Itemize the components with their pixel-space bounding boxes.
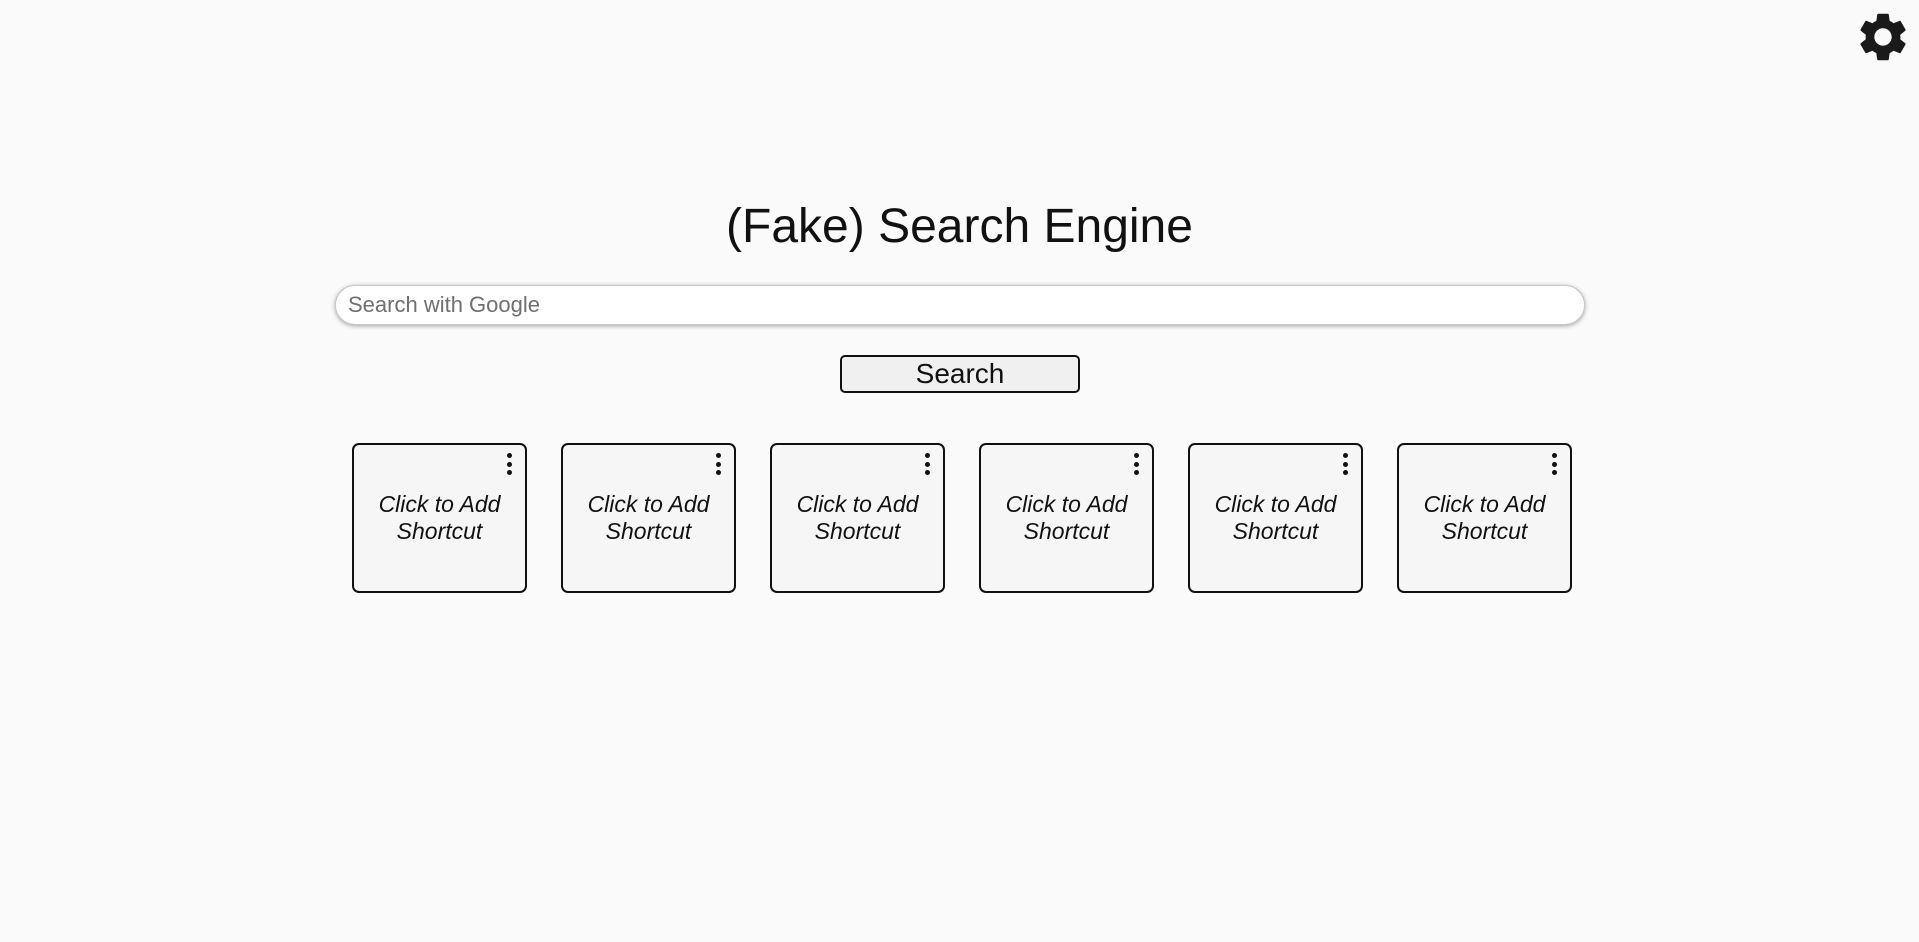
shortcut-label: Click to Add Shortcut [796,491,919,544]
shortcut-label: Click to Add Shortcut [587,491,710,544]
search-button[interactable]: Search [840,355,1080,393]
shortcut-tile[interactable]: Click to Add Shortcut [352,443,527,593]
more-vertical-icon[interactable] [505,453,513,475]
shortcut-tile[interactable]: Click to Add Shortcut [561,443,736,593]
more-vertical-icon[interactable] [1341,453,1349,475]
shortcut-tile[interactable]: Click to Add Shortcut [1188,443,1363,593]
shortcut-grid: Click to Add Shortcut Click to Add Short… [352,443,1572,593]
shortcut-label: Click to Add Shortcut [1005,491,1128,544]
page-title: (Fake) Search Engine [726,200,1193,253]
shortcut-label: Click to Add Shortcut [378,491,501,544]
more-vertical-icon[interactable] [714,453,722,475]
shortcut-tile[interactable]: Click to Add Shortcut [1397,443,1572,593]
shortcut-tile[interactable]: Click to Add Shortcut [979,443,1154,593]
more-vertical-icon[interactable] [1550,453,1558,475]
shortcut-tile[interactable]: Click to Add Shortcut [770,443,945,593]
shortcut-label: Click to Add Shortcut [1423,491,1546,544]
gear-icon[interactable] [1854,8,1912,66]
gear-icon-graphic [1860,13,1906,61]
search-input[interactable] [335,285,1585,325]
shortcut-label: Click to Add Shortcut [1214,491,1337,544]
more-vertical-icon[interactable] [923,453,931,475]
more-vertical-icon[interactable] [1132,453,1140,475]
new-tab-page: (Fake) Search Engine Search Click to Add… [0,0,1919,942]
